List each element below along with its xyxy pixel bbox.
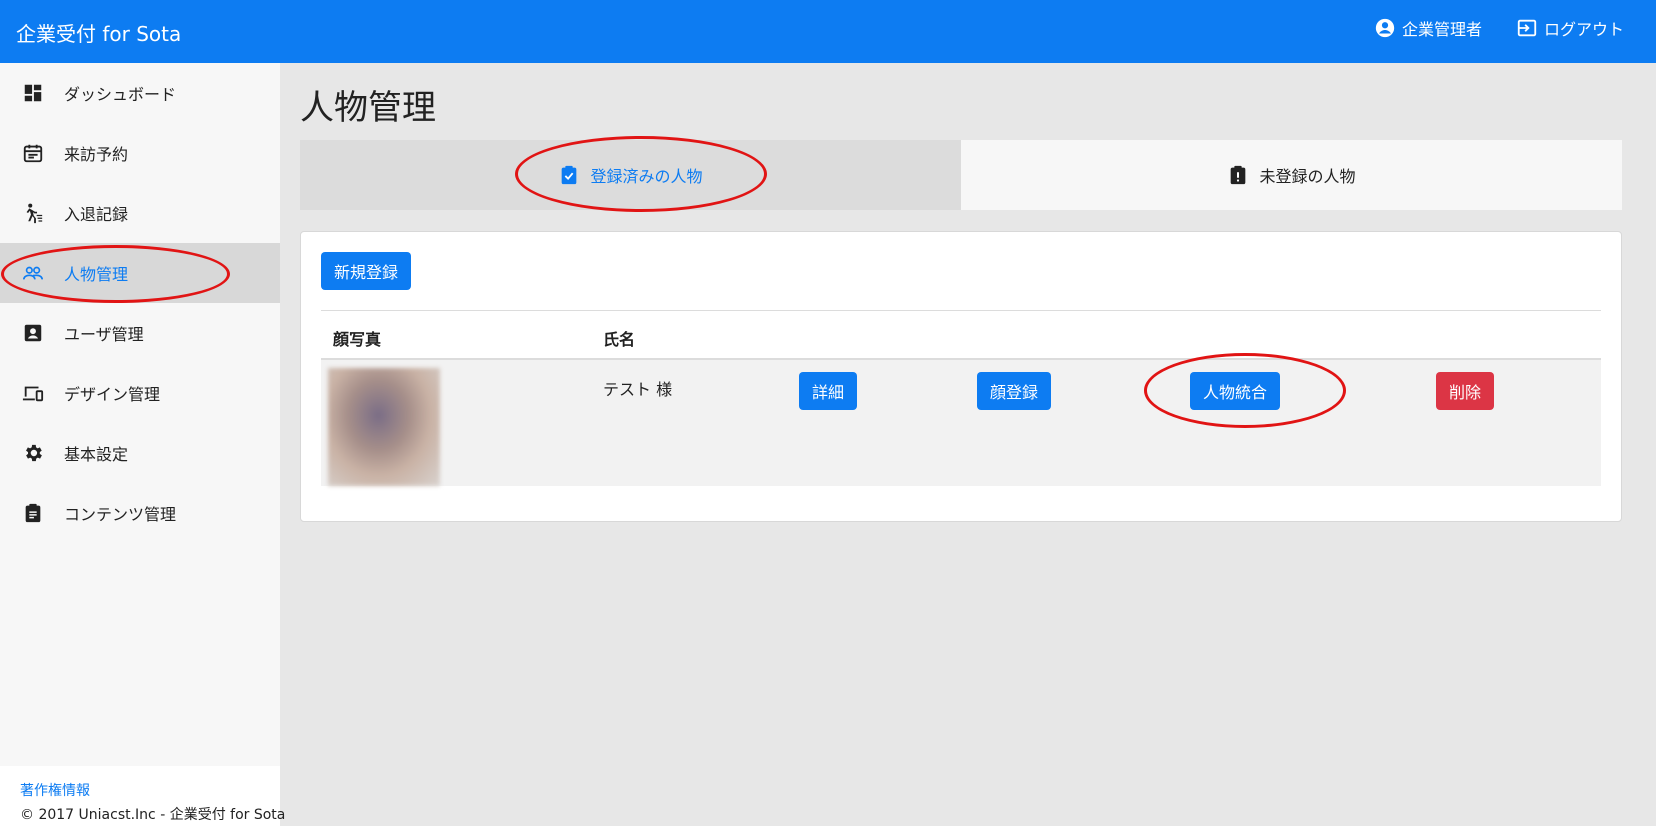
face-photo — [328, 368, 440, 486]
sidebar-item-label: 来訪予約 — [64, 145, 129, 164]
people-icon — [23, 266, 43, 280]
page-title: 人物管理 — [300, 88, 436, 128]
devices-icon — [22, 386, 44, 402]
delete-button[interactable]: 削除 — [1436, 372, 1494, 410]
logout-button[interactable]: ログアウト — [1516, 16, 1624, 40]
people-card: 新規登録 顔写真 氏名 テスト 様 詳細 顔登録 人物統合 削除 — [300, 231, 1622, 522]
copyright-text: © 2017 Uniacst.Inc - 企業受付 for Sota — [20, 807, 286, 823]
sidebar-item-label: 人物管理 — [64, 265, 129, 284]
account-box-icon — [24, 324, 42, 342]
tab-label: 登録済みの人物 — [590, 167, 703, 186]
walk-icon — [26, 203, 43, 224]
sidebar-footer: 著作権情報 © 2017 Uniacst.Inc - 企業受付 for Sota — [0, 766, 285, 826]
sidebar-item-reservations[interactable]: 来訪予約 — [0, 123, 280, 183]
sidebar-item-label: 入退記録 — [64, 205, 129, 224]
top-navbar: 企業受付 for Sota 企業管理者 ログアウト — [0, 0, 1656, 63]
table-header: 顔写真 氏名 — [321, 310, 1601, 360]
app-brand[interactable]: 企業受付 for Sota — [16, 18, 181, 47]
detail-button[interactable]: 詳細 — [799, 372, 857, 410]
user-name: 企業管理者 — [1402, 20, 1483, 39]
tab-registered-people[interactable]: 登録済みの人物 — [300, 140, 961, 210]
gear-icon — [26, 444, 42, 462]
user-menu[interactable]: 企業管理者 — [1374, 16, 1482, 40]
sidebar: ダッシュボード 来訪予約 入退記録 人物管理 ユーザ管理 デザイン管理 基本設定… — [0, 63, 285, 826]
sidebar-item-label: ダッシュボード — [64, 85, 177, 104]
tab-bar: 登録済みの人物 未登録の人物 — [300, 140, 1622, 210]
tab-unregistered-people[interactable]: 未登録の人物 — [961, 140, 1622, 210]
column-header-name: 氏名 — [603, 330, 636, 349]
sidebar-item-settings[interactable]: 基本設定 — [0, 423, 280, 483]
face-register-button[interactable]: 顔登録 — [977, 372, 1051, 410]
sidebar-item-entry-log[interactable]: 入退記録 — [0, 183, 280, 243]
sidebar-item-contents[interactable]: コンテンツ管理 — [0, 483, 280, 543]
table-row: テスト 様 詳細 顔登録 人物統合 削除 — [321, 360, 1601, 486]
account-circle-icon — [1375, 18, 1395, 38]
logout-icon — [1517, 19, 1537, 37]
clipboard-alert-icon — [1231, 165, 1246, 185]
logout-label: ログアウト — [1544, 20, 1625, 39]
merge-person-button[interactable]: 人物統合 — [1190, 372, 1280, 410]
sidebar-item-people[interactable]: 人物管理 — [0, 243, 280, 303]
new-registration-button[interactable]: 新規登録 — [321, 252, 411, 290]
dashboard-icon — [24, 84, 42, 102]
sidebar-item-design[interactable]: デザイン管理 — [0, 363, 280, 423]
copyright-link[interactable]: 著作権情報 — [20, 780, 280, 800]
sidebar-item-label: 基本設定 — [64, 445, 129, 464]
column-header-photo: 顔写真 — [333, 330, 382, 349]
sidebar-item-dashboard[interactable]: ダッシュボード — [0, 63, 280, 123]
clipboard-check-icon — [562, 165, 577, 185]
sidebar-item-label: デザイン管理 — [64, 385, 161, 404]
clipboard-icon — [25, 503, 41, 523]
sidebar-item-label: ユーザ管理 — [64, 325, 144, 344]
sidebar-item-label: コンテンツ管理 — [64, 505, 177, 524]
sidebar-item-users[interactable]: ユーザ管理 — [0, 303, 280, 363]
person-name: テスト 様 — [603, 380, 673, 399]
tab-label: 未登録の人物 — [1259, 167, 1356, 186]
calendar-icon — [23, 144, 43, 163]
